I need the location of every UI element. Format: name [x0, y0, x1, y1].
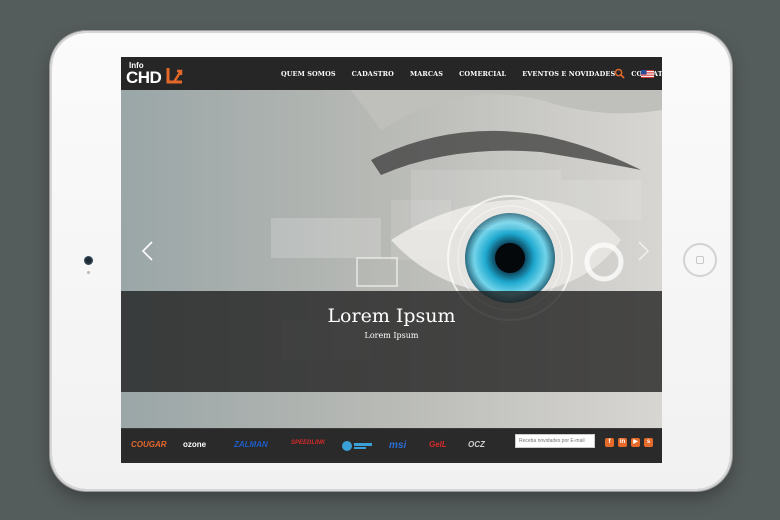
brand-ocz[interactable]: OCZ — [468, 440, 485, 449]
us-flag-icon[interactable] — [641, 70, 654, 78]
brand-globe-logo[interactable] — [341, 440, 373, 454]
brand-zalman[interactable]: ZALMAN — [234, 440, 268, 449]
sensor-dot — [87, 271, 90, 274]
nav-cadastro[interactable]: CADASTRO — [352, 70, 394, 78]
brand-geil[interactable]: GeIL — [429, 440, 447, 449]
hero-title: Lorem Ipsum — [327, 305, 456, 327]
main-nav: QUEM SOMOS CADASTRO MARCAS COMERCIAL EVE… — [281, 57, 662, 90]
brand-footer: COUGAR ozone ZALMAN SPEEDLINK msi GeIL O… — [121, 428, 662, 463]
screen: Info CHD QUEM SOMOS CADASTRO MARCAS COME… — [121, 57, 662, 463]
globe-brand-icon — [342, 441, 372, 451]
brand-speedlink[interactable]: SPEEDLINK — [291, 440, 325, 446]
logo-main-text: CHD — [126, 68, 162, 87]
logo-mark-icon — [166, 68, 183, 84]
brand-msi[interactable]: msi — [389, 440, 406, 451]
search-icon[interactable] — [614, 68, 625, 79]
linkedin-icon[interactable]: in — [618, 438, 627, 447]
prev-slide-arrow-icon[interactable] — [140, 240, 154, 262]
nav-comercial[interactable]: COMERCIAL — [459, 70, 506, 78]
hero-slider: Lorem Ipsum Lorem Ipsum — [121, 90, 662, 428]
nav-eventos[interactable]: EVENTOS E NOVIDADES — [522, 70, 615, 78]
skype-icon[interactable]: s — [644, 438, 653, 447]
header-bar: Info CHD QUEM SOMOS CADASTRO MARCAS COME… — [121, 57, 662, 90]
newsletter-email-input[interactable] — [515, 434, 595, 448]
camera-icon — [84, 256, 93, 265]
facebook-icon[interactable]: f — [605, 438, 614, 447]
hero-subtitle: Lorem Ipsum — [364, 331, 419, 340]
brand-ozone[interactable]: ozone — [183, 440, 206, 449]
youtube-icon[interactable]: ▶ — [631, 438, 640, 447]
hero-caption-band: Lorem Ipsum Lorem Ipsum — [121, 291, 662, 392]
nav-marcas[interactable]: MARCAS — [410, 70, 443, 78]
nav-quem-somos[interactable]: QUEM SOMOS — [281, 70, 336, 78]
brand-cougar[interactable]: COUGAR — [131, 440, 167, 449]
logo[interactable]: Info CHD — [126, 61, 186, 89]
home-button[interactable] — [683, 243, 717, 277]
next-slide-arrow-icon[interactable] — [637, 240, 651, 262]
